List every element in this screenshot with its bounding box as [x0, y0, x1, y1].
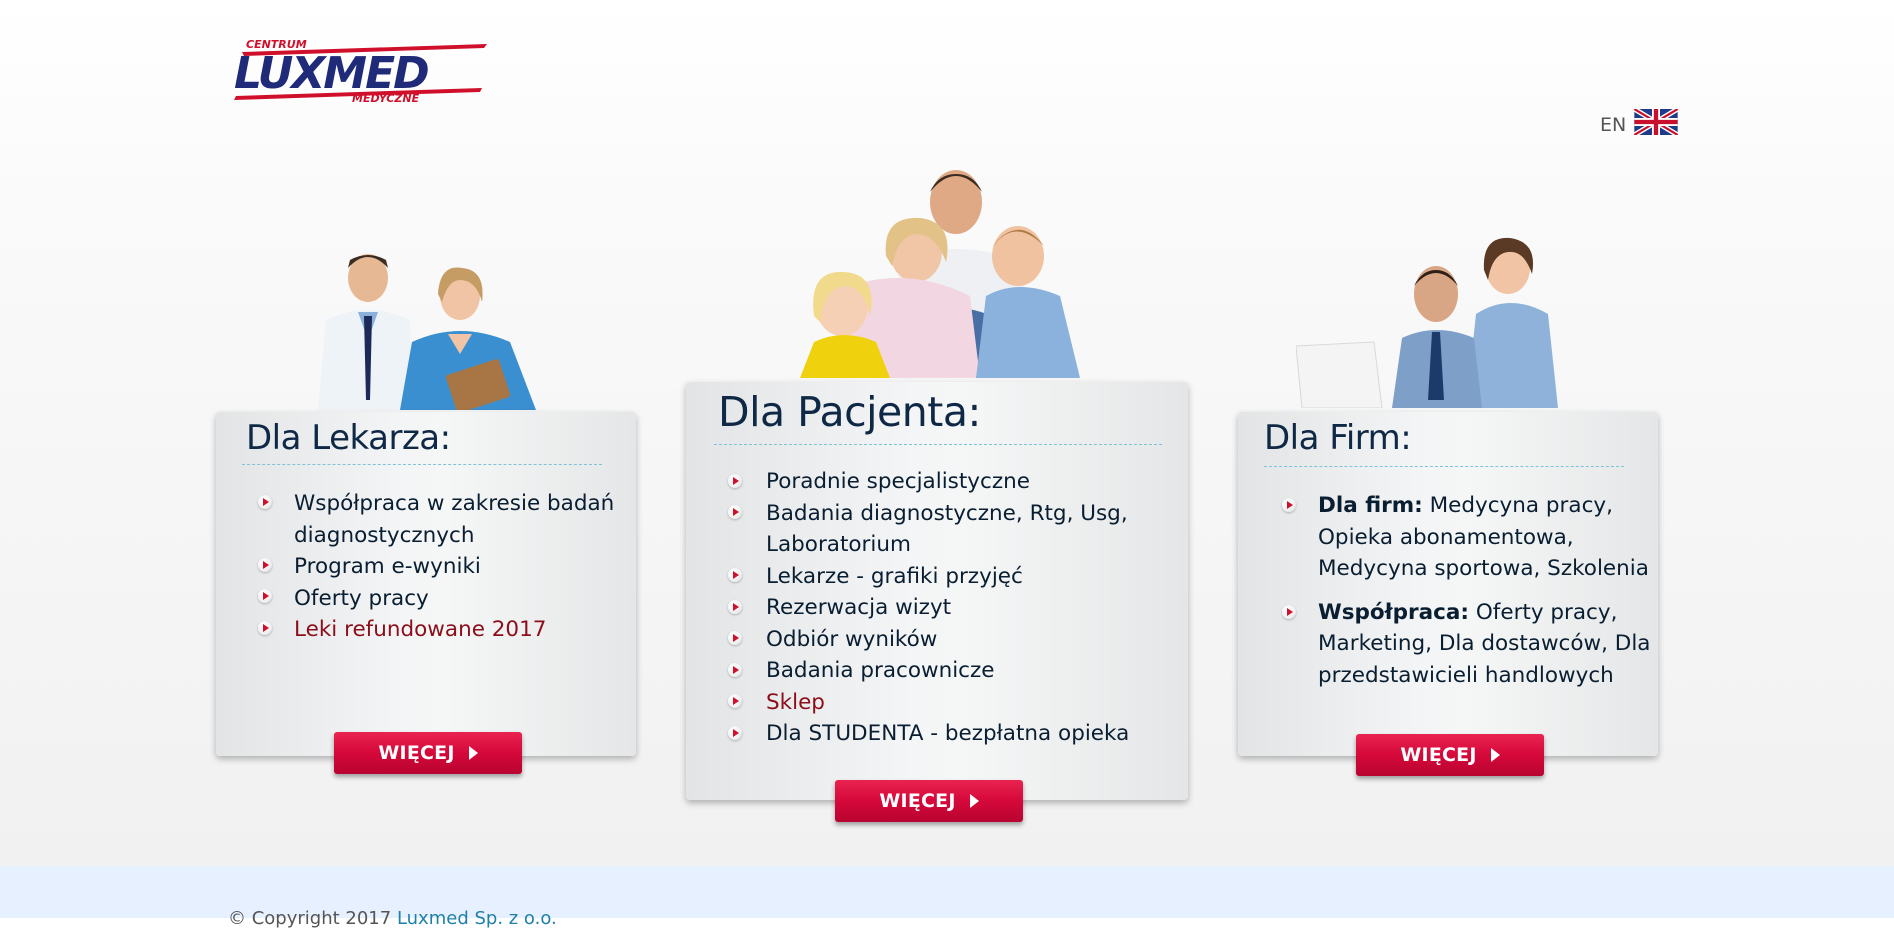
- list-item[interactable]: Odbiór wyników: [766, 624, 1176, 656]
- list-item[interactable]: Lekarze - grafiki przyjęć: [766, 561, 1176, 593]
- card-lekarz-list: Współpraca w zakresie badań diagnostyczn…: [294, 488, 634, 646]
- family-photo: [760, 166, 1090, 378]
- card-lekarz-divider: [242, 464, 602, 465]
- arrow-right-icon: [1490, 748, 1500, 762]
- bullet-icon: [258, 558, 272, 572]
- bullet-icon: [1282, 498, 1296, 512]
- bullet-icon: [258, 495, 272, 509]
- card-pacjent-list: Poradnie specjalistyczne Badania diagnos…: [766, 466, 1176, 750]
- list-item[interactable]: Leki refundowane 2017: [294, 614, 634, 646]
- list-item[interactable]: Dla firm: Medycyna pracy, Opieka aboname…: [1318, 490, 1654, 585]
- card-firmy-list: Dla firm: Medycyna pracy, Opieka aboname…: [1318, 490, 1654, 703]
- firm-item-heading: Dla firm:: [1318, 493, 1423, 518]
- card-pacjent: Dla Pacjenta: Poradnie specjalistyczne B…: [686, 382, 1188, 800]
- list-item[interactable]: Współpraca: Oferty pracy, Marketing, Dla…: [1318, 597, 1654, 692]
- firm-item-heading: Współpraca:: [1318, 599, 1470, 625]
- bullet-icon: [728, 505, 742, 519]
- bullet-icon: [1282, 605, 1296, 619]
- card-firmy-title: Dla Firm:: [1264, 418, 1412, 458]
- card-firmy: Dla Firm: Dla firm: Medycyna pracy, Opie…: [1238, 412, 1658, 756]
- bullet-icon: [258, 589, 272, 603]
- bullet-icon: [728, 631, 742, 645]
- lekarz-more-button[interactable]: WIĘCEJ: [334, 732, 522, 774]
- bullet-icon: [728, 663, 742, 677]
- list-item[interactable]: Badania diagnostyczne, Rtg, Usg, Laborat…: [766, 498, 1176, 561]
- pacjent-more-label: WIĘCEJ: [879, 790, 956, 812]
- list-item[interactable]: Program e-wyniki: [294, 551, 634, 583]
- footer-copyright: © Copyright 2017 Luxmed Sp. z o.o.: [228, 908, 557, 929]
- doctors-photo: [300, 250, 540, 410]
- list-item[interactable]: Oferty pracy: [294, 583, 634, 615]
- uk-flag-icon[interactable]: [1634, 109, 1679, 135]
- list-item[interactable]: Badania pracownicze: [766, 655, 1176, 687]
- bullet-icon: [728, 726, 742, 740]
- arrow-right-icon: [969, 794, 979, 808]
- arrow-right-icon: [468, 746, 478, 760]
- copyright-text: © Copyright 2017: [228, 908, 397, 929]
- business-photo: [1296, 230, 1566, 408]
- card-pacjent-divider: [714, 444, 1162, 445]
- card-lekarz-title: Dla Lekarza:: [246, 418, 451, 458]
- luxmed-logo[interactable]: CENTRUM LUXMED MEDYCZNE: [232, 34, 492, 105]
- bullet-icon: [728, 474, 742, 488]
- bullet-icon: [258, 621, 272, 635]
- card-firmy-divider: [1264, 466, 1624, 467]
- firmy-more-button[interactable]: WIĘCEJ: [1356, 734, 1544, 776]
- bullet-icon: [728, 568, 742, 582]
- bullet-icon: [728, 600, 742, 614]
- list-item[interactable]: Współpraca w zakresie badań diagnostyczn…: [294, 488, 634, 551]
- language-label[interactable]: EN: [1600, 114, 1626, 136]
- list-item[interactable]: Poradnie specjalistyczne: [766, 466, 1176, 498]
- logo-bottom-text: MEDYCZNE: [352, 92, 420, 104]
- list-item[interactable]: Sklep: [766, 687, 1176, 719]
- list-item[interactable]: Dla STUDENTA - bezpłatna opieka: [766, 718, 1176, 750]
- language-switch[interactable]: EN: [1600, 109, 1679, 136]
- pacjent-more-button[interactable]: WIĘCEJ: [835, 780, 1023, 822]
- footer: © Copyright 2017 Luxmed Sp. z o.o.: [0, 866, 1894, 929]
- card-lekarz: Dla Lekarza: Współpraca w zakresie badań…: [216, 412, 636, 756]
- firmy-more-label: WIĘCEJ: [1400, 744, 1477, 766]
- card-pacjent-title: Dla Pacjenta:: [718, 388, 981, 436]
- list-item[interactable]: Rezerwacja wizyt: [766, 592, 1176, 624]
- bullet-icon: [728, 694, 742, 708]
- lekarz-more-label: WIĘCEJ: [378, 742, 455, 764]
- company-link[interactable]: Luxmed Sp. z o.o.: [397, 908, 557, 929]
